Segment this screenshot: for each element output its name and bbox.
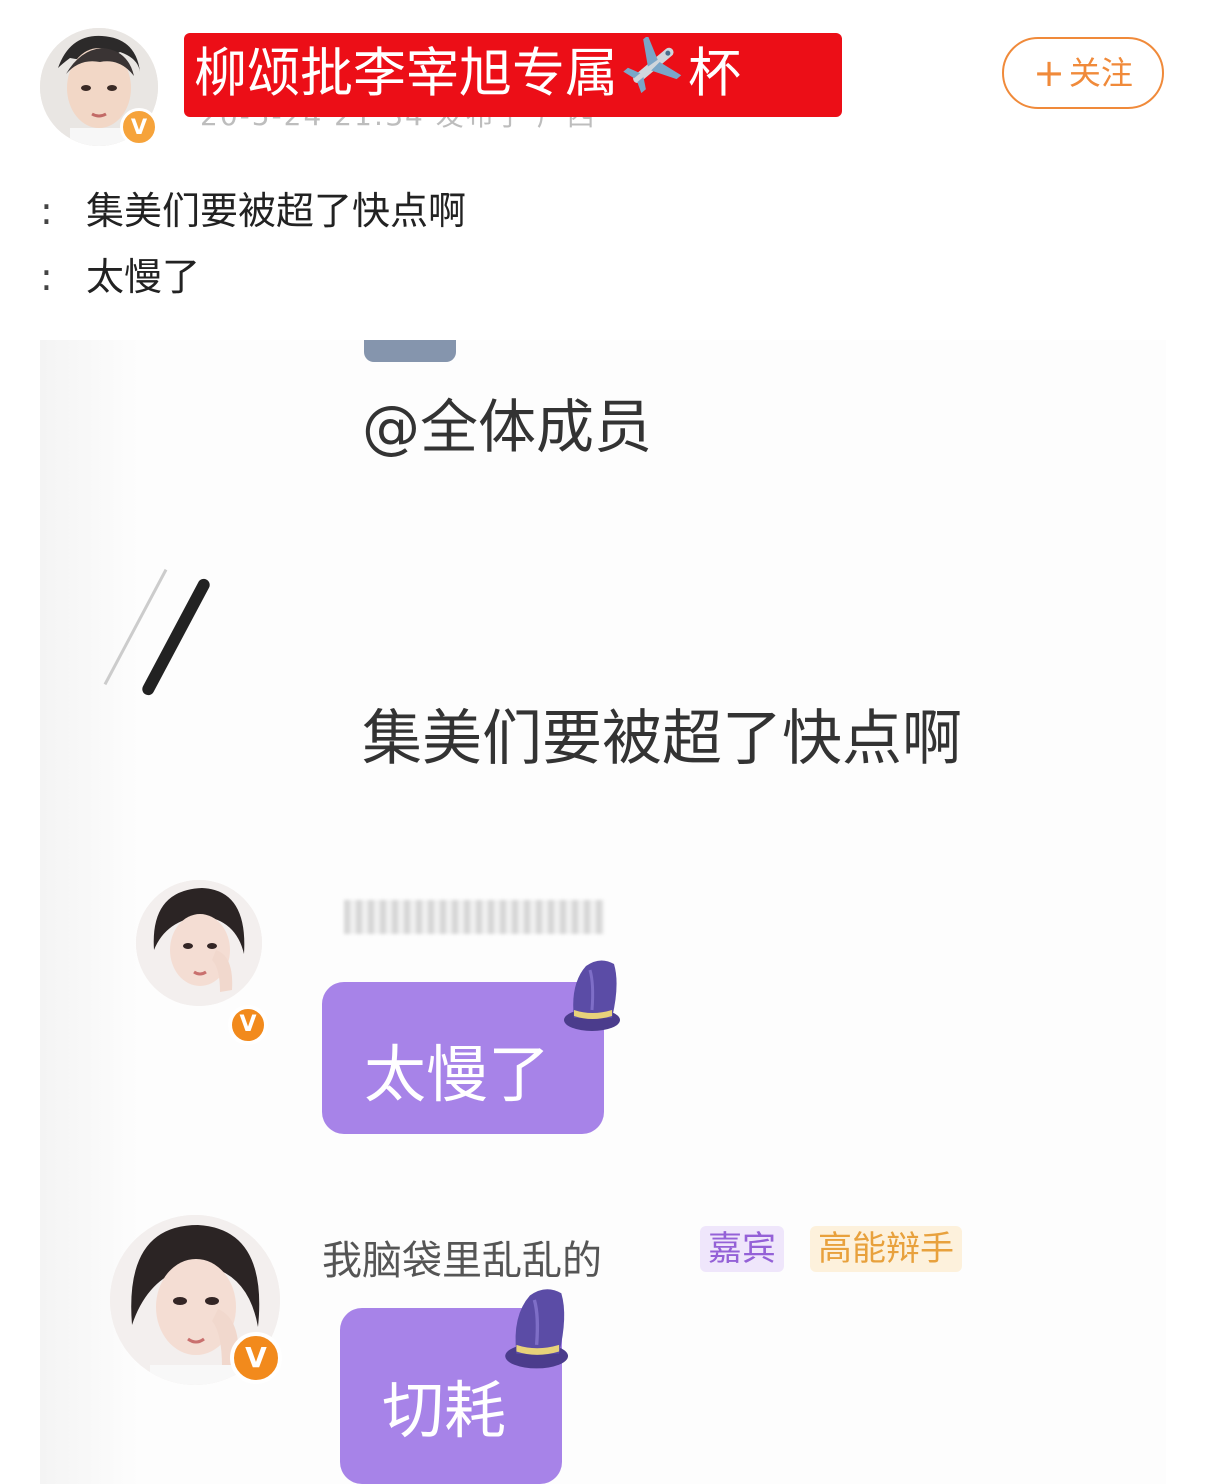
plus-icon: + [1033,51,1065,95]
cropped-avatar-chip [364,340,456,362]
verified-badge-icon: V [228,1005,268,1045]
bubble-text: 太慢了 [364,1038,551,1111]
cropped-header-text [472,340,802,352]
post-text-line: : 集美们要被超了快点啊 [40,180,466,235]
author-name-part2: 杯 [688,42,741,104]
wizard-hat-icon [500,1282,580,1378]
verified-badge-icon: V [120,108,158,146]
colon-mark: : [40,255,53,299]
debater-tag: 高能辩手 [810,1226,962,1272]
post-text-line: : 太慢了 [40,246,200,301]
mention-all: @全体成员 [362,393,653,461]
bubble-text: 切耗 [382,1374,507,1447]
line-text: 太慢了 [86,255,201,299]
line-text: 集美们要被超了快点啊 [86,189,467,233]
author-name[interactable]: 柳颂批李宰旭专属 杯 [184,33,842,117]
chat-avatar [136,880,262,1006]
airplane-icon [622,34,684,118]
blurred-username [344,900,604,934]
guest-tag: 嘉宾 [700,1226,784,1272]
verified-badge-icon: V [230,1332,282,1384]
colon-mark: : [40,189,53,233]
follow-label: 关注 [1068,54,1133,92]
chat-message: 集美们要被超了快点啊 [362,704,962,774]
author-name-part1: 柳颂批李宰旭专属 [194,42,618,104]
chat-username: 我脑袋里乱乱的 [322,1238,602,1284]
follow-button[interactable]: + 关注 [1002,37,1164,109]
post-image[interactable]: @全体成员 集美们要被超了快点啊 V 太慢了 V 我脑袋里乱乱的 嘉宾 高能辩手… [40,340,1166,1484]
wizard-hat-icon [560,954,630,1040]
